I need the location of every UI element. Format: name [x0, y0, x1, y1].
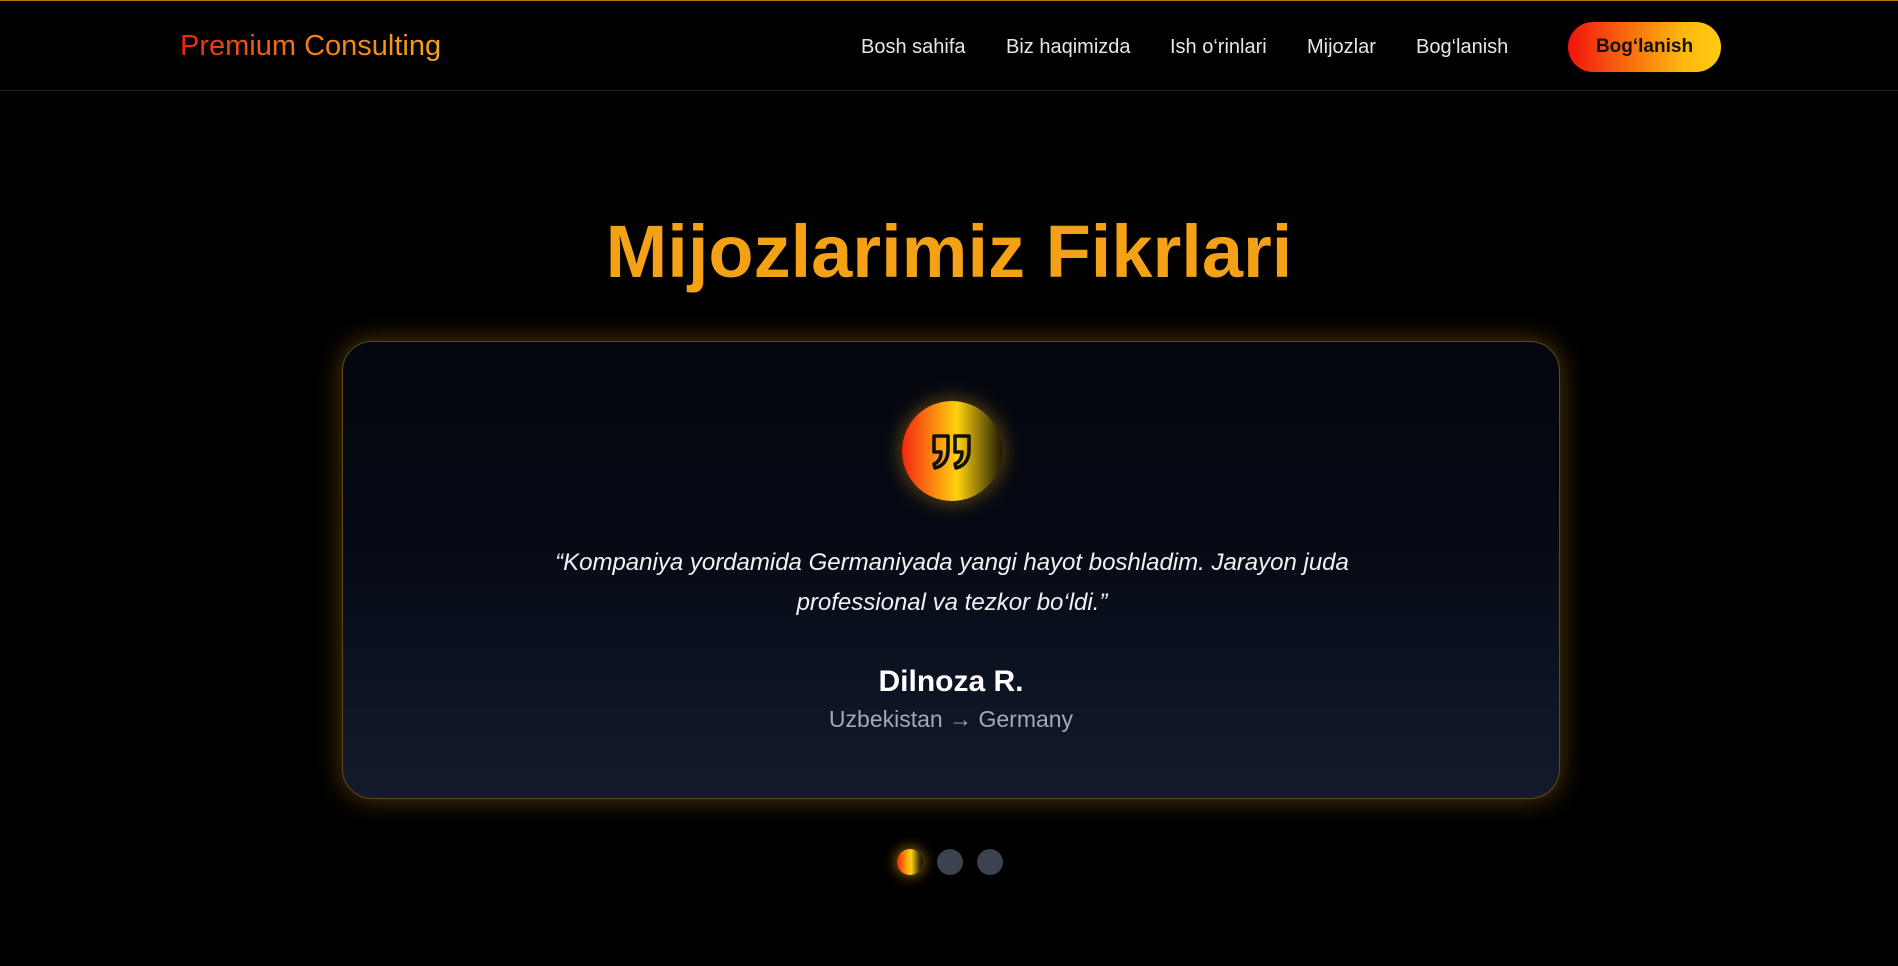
carousel-dot[interactable]: [897, 849, 923, 875]
carousel-dots: [0, 849, 1898, 877]
testimonial-quote: “Kompaniya yordamida Germaniyada yangi h…: [555, 549, 1349, 616]
carousel-dot[interactable]: [977, 849, 1003, 875]
nav-link-home[interactable]: Bosh sahifa: [861, 34, 966, 60]
quote-glyph: [932, 434, 971, 470]
nav-link-contact[interactable]: Bog‘lanish: [1416, 34, 1508, 60]
page: Premium Consulting Bosh sahifa Biz haqim…: [0, 0, 1898, 966]
brand-logo[interactable]: Premium Consulting: [180, 29, 441, 63]
section-title: Mijozlarimiz Fikrlari: [605, 209, 1293, 293]
contact-button[interactable]: Bog‘lanish: [1568, 22, 1721, 72]
nav-link-jobs[interactable]: Ish o‘rinlari: [1170, 34, 1267, 60]
testimonial-card: “Kompaniya yordamida Germaniyada yangi h…: [342, 341, 1560, 799]
quote-icon: [902, 401, 1002, 501]
nav-link-about[interactable]: Biz haqimizda: [1006, 34, 1131, 60]
nav-link-clients[interactable]: Mijozlar: [1307, 34, 1376, 60]
testimonial-author: Dilnoza R.: [878, 665, 1024, 698]
carousel-dot[interactable]: [937, 849, 963, 875]
testimonial-route: Uzbekistan → Germany: [828, 706, 1074, 732]
site-header: Premium Consulting Bosh sahifa Biz haqim…: [0, 0, 1898, 91]
